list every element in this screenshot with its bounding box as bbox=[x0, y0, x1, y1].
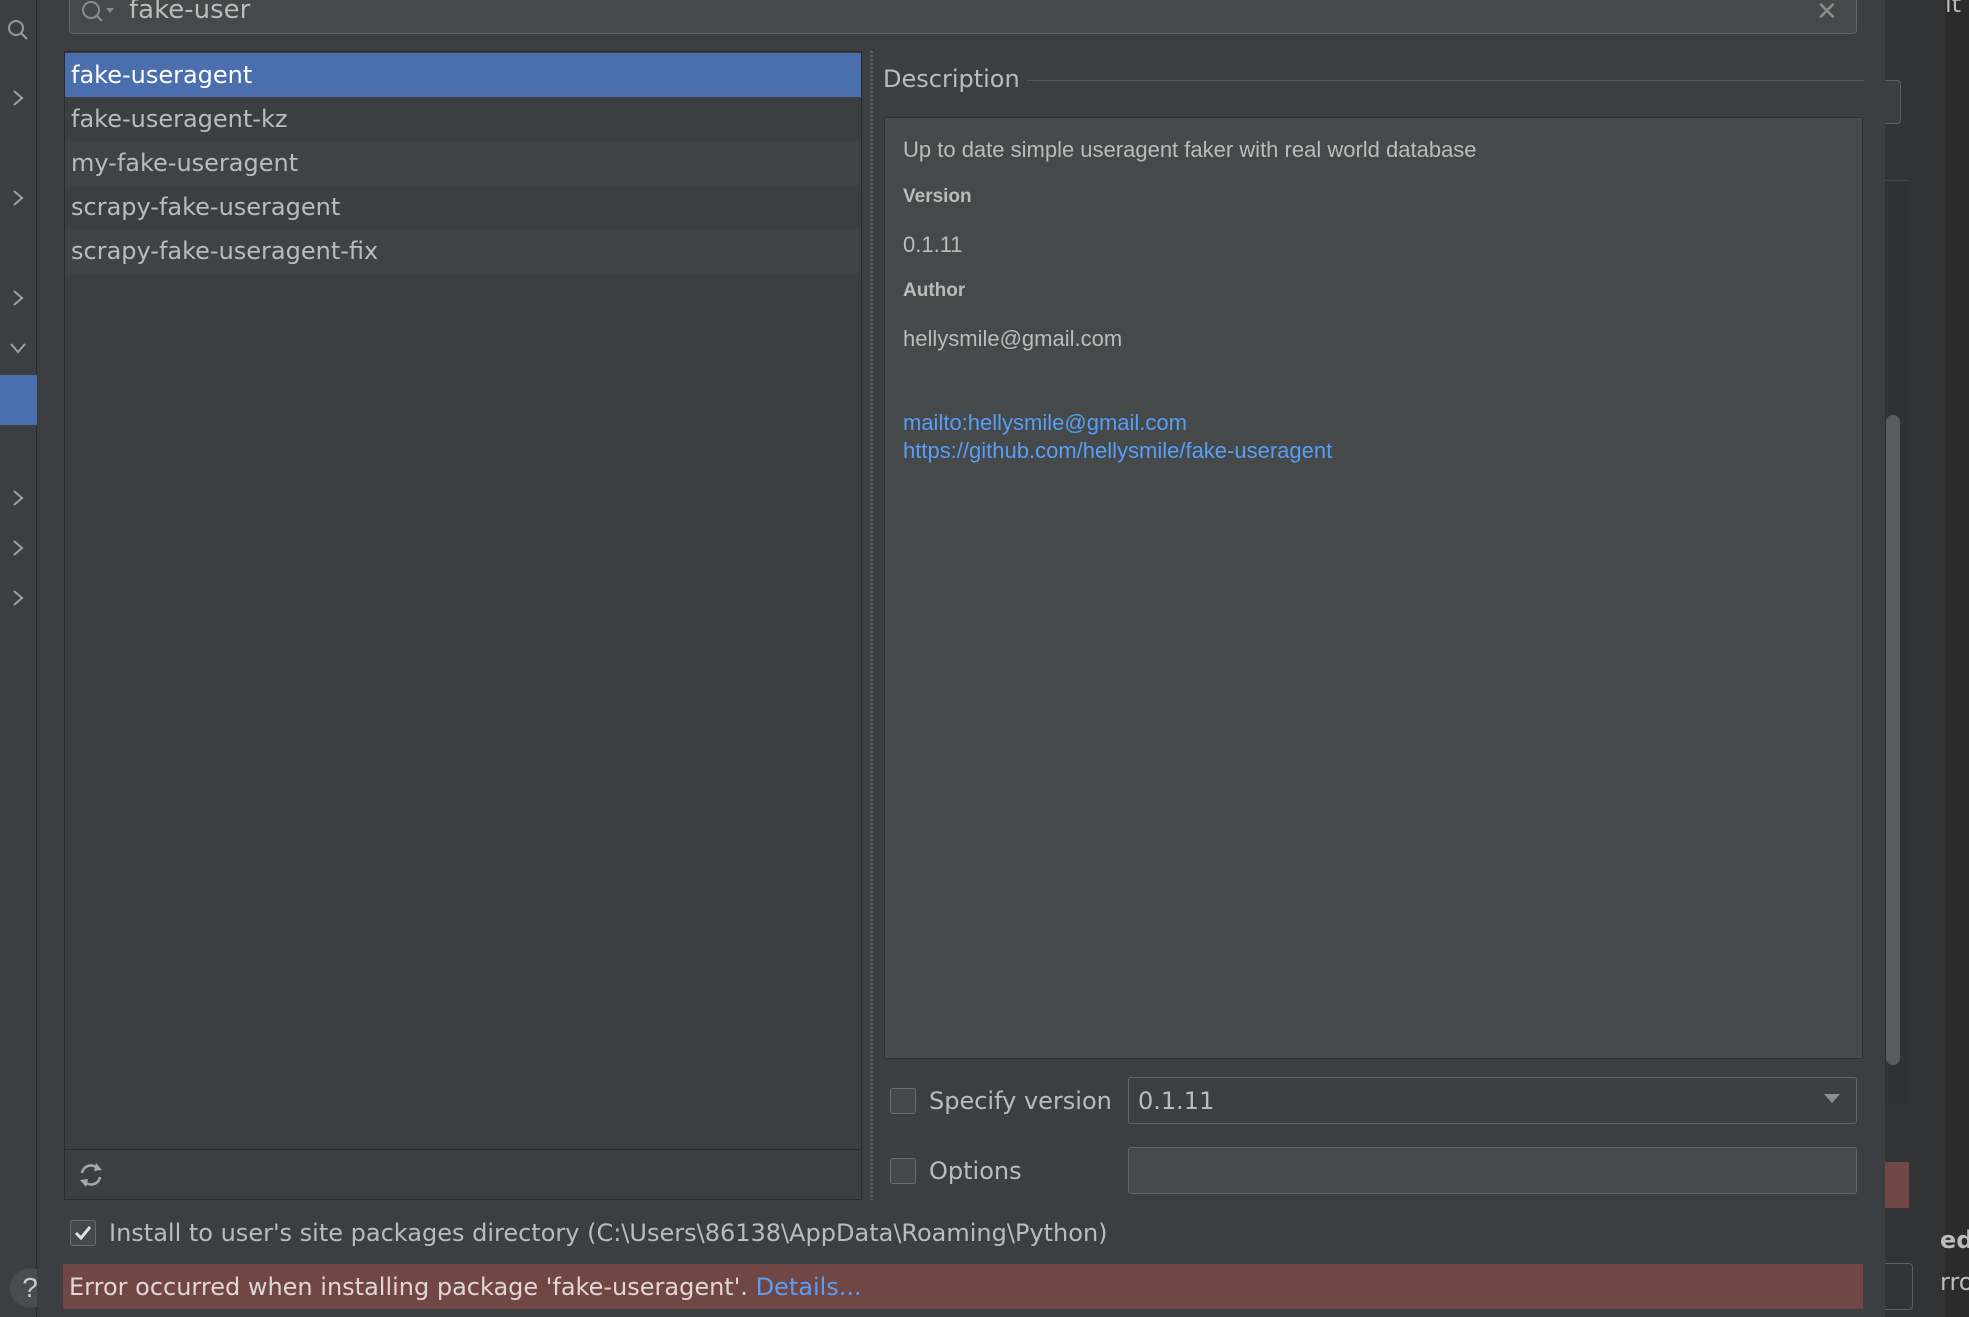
version-value: 0.1.11 bbox=[903, 232, 963, 257]
options-checkbox[interactable] bbox=[890, 1158, 916, 1184]
options-label: Options bbox=[929, 1157, 1022, 1185]
package-name: fake-useragent bbox=[71, 61, 253, 89]
list-item[interactable]: scrapy-fake-useragent bbox=[65, 185, 861, 229]
search-icon[interactable] bbox=[80, 0, 116, 26]
package-summary: Up to date simple useragent faker with r… bbox=[903, 137, 1477, 162]
background-text: rro bbox=[1940, 1268, 1969, 1296]
install-user-label: Install to user's site packages director… bbox=[109, 1219, 1108, 1247]
package-name: fake-useragent-kz bbox=[71, 105, 288, 133]
error-message: Error occurred when installing package '… bbox=[69, 1273, 862, 1301]
chevron-down-icon[interactable] bbox=[6, 336, 30, 360]
error-text: Error occurred when installing package '… bbox=[69, 1273, 748, 1301]
list-item[interactable]: fake-useragent bbox=[65, 53, 861, 97]
scrollbar[interactable] bbox=[1886, 415, 1900, 1065]
background-strip bbox=[1945, 0, 1969, 1317]
details-link[interactable]: Details... bbox=[756, 1273, 862, 1301]
splitter[interactable] bbox=[865, 51, 878, 1200]
search-field[interactable] bbox=[69, 0, 1857, 34]
github-link[interactable]: https://github.com/hellysmile/fake-usera… bbox=[903, 438, 1332, 464]
description-panel bbox=[884, 117, 1863, 1059]
version-select-value: 0.1.11 bbox=[1138, 1087, 1215, 1115]
install-user-checkbox[interactable] bbox=[70, 1220, 96, 1246]
chevron-right-icon[interactable] bbox=[6, 86, 30, 110]
package-name: scrapy-fake-useragent-fix bbox=[71, 237, 379, 265]
background-box bbox=[1885, 1263, 1913, 1310]
divider bbox=[1027, 80, 1864, 81]
tool-window-strip bbox=[0, 0, 37, 1317]
specify-version-label: Specify version bbox=[929, 1087, 1112, 1115]
specify-version-checkbox[interactable] bbox=[890, 1088, 916, 1114]
background-text: ed bbox=[1940, 1226, 1969, 1254]
list-toolbar bbox=[64, 1149, 862, 1200]
chevron-right-icon[interactable] bbox=[6, 586, 30, 610]
package-name: scrapy-fake-useragent bbox=[71, 193, 341, 221]
chevron-right-icon[interactable] bbox=[6, 486, 30, 510]
checkmark-icon bbox=[74, 1226, 92, 1241]
close-icon[interactable]: ✕ bbox=[1816, 0, 1838, 27]
author-value: hellysmile@gmail.com bbox=[903, 326, 1123, 351]
version-label: Version bbox=[903, 186, 972, 207]
version-select[interactable] bbox=[1128, 1077, 1857, 1124]
list-item[interactable]: scrapy-fake-useragent-fix bbox=[65, 229, 861, 273]
background-text: it bbox=[1945, 0, 1962, 18]
list-item[interactable]: my-fake-useragent bbox=[65, 141, 861, 185]
chevron-right-icon[interactable] bbox=[6, 536, 30, 560]
options-input[interactable] bbox=[1128, 1147, 1857, 1194]
search-icon[interactable] bbox=[6, 18, 30, 42]
background-button bbox=[1885, 80, 1901, 124]
chevron-down-icon[interactable] bbox=[1824, 1094, 1840, 1103]
description-title: Description bbox=[883, 65, 1020, 93]
author-label: Author bbox=[903, 280, 966, 301]
mailto-link[interactable]: mailto:hellysmile@gmail.com bbox=[903, 410, 1187, 436]
chevron-right-icon[interactable] bbox=[6, 186, 30, 210]
refresh-icon[interactable] bbox=[76, 1160, 106, 1190]
search-input[interactable]: fake-user bbox=[129, 0, 250, 25]
chevron-right-icon[interactable] bbox=[6, 286, 30, 310]
list-item[interactable]: fake-useragent-kz bbox=[65, 97, 861, 141]
background-error-fragment bbox=[1885, 1162, 1909, 1208]
package-name: my-fake-useragent bbox=[71, 149, 299, 177]
tool-window-selected-item[interactable] bbox=[0, 375, 37, 425]
